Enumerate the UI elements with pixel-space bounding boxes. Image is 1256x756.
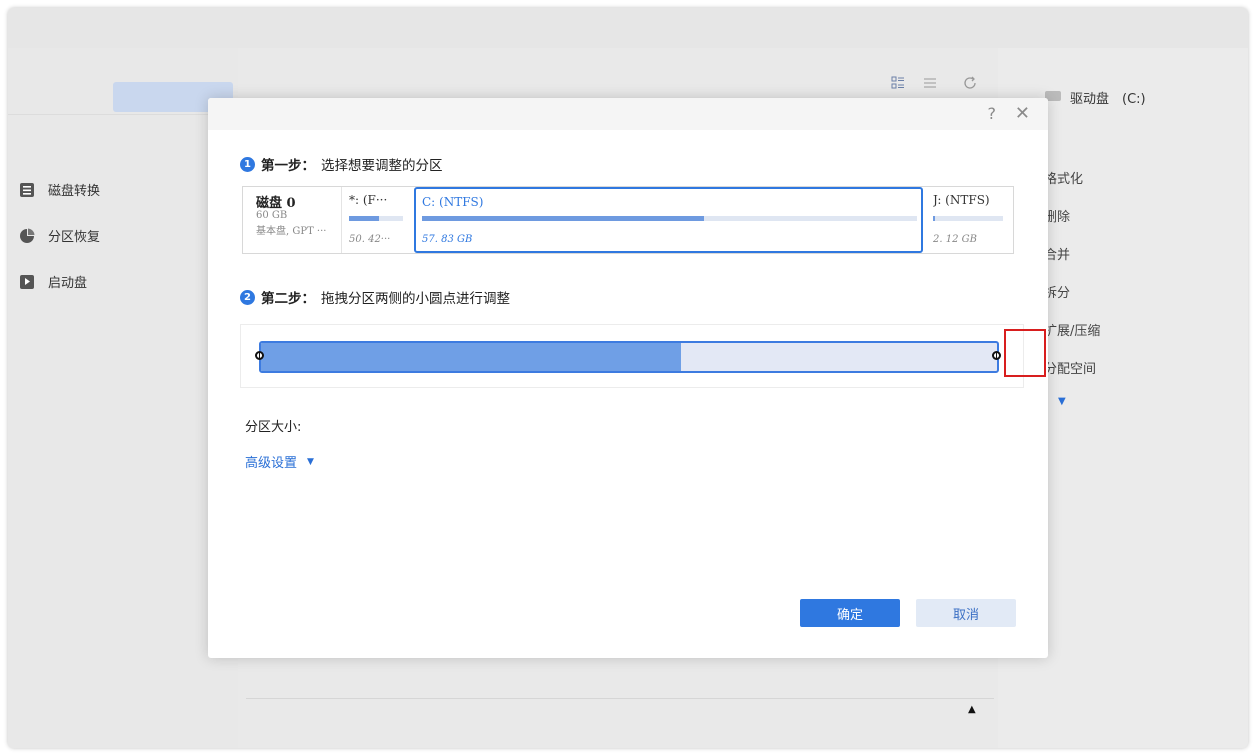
sidebar-item-boot-disk[interactable]: 启动盘 [18,272,87,291]
partition-size-label: 分区大小: [245,420,302,435]
partition-resize-track[interactable] [259,341,999,373]
partition-usage-bar [422,216,917,221]
partition-size: 50. 42··· [349,234,391,245]
partition-label: C: (NTFS) [422,195,484,209]
partition-usage-fill [933,216,936,221]
right-resize-handle[interactable] [992,351,1001,360]
sidebar-item-disk-convert[interactable]: 磁盘转换 [18,180,100,199]
disk-name: 磁盘 0 [256,196,296,211]
resize-partition-dialog: ? ✕ 1 第一步： 选择想要调整的分区 磁盘 0 60 GB 基本盘, GPT … [208,98,1048,658]
partition-f[interactable]: *: (F··· 50. 42··· [343,187,411,253]
partition-size: 2. 12 GB [933,234,977,245]
disk-info: 磁盘 0 60 GB 基本盘, GPT ··· [243,187,342,253]
ok-button[interactable]: 确定 [800,599,900,627]
collapse-up-icon[interactable]: ▲ [968,704,976,715]
drive-label: 驱动盘 (C:) [1070,92,1146,107]
step2-title: 第二步： [261,291,315,307]
close-icon[interactable]: ✕ [1015,103,1030,124]
partition-usage-bar [349,216,403,221]
partition-c[interactable]: C: (NTFS) 57. 83 GB [414,187,923,253]
action-format[interactable]: 格式化 [1044,168,1083,187]
partition-j[interactable]: J: (NTFS) 2. 12 GB [927,187,1011,253]
list-view-icon[interactable] [923,76,937,94]
step2-heading: 2 第二步： 拖拽分区两侧的小圆点进行调整 [240,287,510,307]
cancel-button[interactable]: 取消 [916,599,1016,627]
right-handle-highlight-box [1004,329,1046,377]
step1-text: 选择想要调整的分区 [321,158,443,174]
advanced-settings-toggle[interactable]: 高级设置 ▼ [245,452,314,471]
advanced-settings-label: 高级设置 [245,456,298,471]
more-actions-chevron-icon[interactable]: ▼ [1058,396,1066,407]
sidebar-divider [8,114,238,115]
sidebar-item-partition-recovery[interactable]: 分区恢复 [18,226,100,245]
step1-title: 第一步： [261,158,315,174]
sidebar-item-label: 磁盘转换 [48,184,101,199]
disk-convert-icon [18,181,36,199]
sidebar [8,48,238,748]
disk-size: 60 GB [256,210,288,221]
step2-text: 拖拽分区两侧的小圆点进行调整 [321,291,510,307]
disk-map: 磁盘 0 60 GB 基本盘, GPT ··· *: (F··· 50. 42·… [242,186,1014,254]
chevron-down-icon: ▼ [307,456,314,467]
disk-type: 基本盘, GPT ··· [256,226,327,237]
partition-usage-bar [933,216,1003,221]
sidebar-item-label: 分区恢复 [48,230,101,245]
partition-usage-fill [349,216,379,221]
title-bar [8,8,1248,48]
left-resize-handle[interactable] [255,351,264,360]
partition-label: J: (NTFS) [933,193,990,207]
action-resize[interactable]: 扩展/压缩 [1044,320,1100,339]
action-allocate-space[interactable]: 分配空间 [1044,358,1096,377]
step1-number-badge: 1 [240,156,255,172]
refresh-icon[interactable] [963,76,977,94]
partition-resize-area [240,324,1046,388]
partition-usage-fill [422,216,705,221]
bottom-divider [246,698,994,699]
step1-heading: 1 第一步： 选择想要调整的分区 [240,154,443,174]
step2-number-badge: 2 [240,289,255,305]
sidebar-item-label: 启动盘 [48,276,88,291]
partition-size: 57. 83 GB [422,234,473,245]
help-icon[interactable]: ? [988,104,997,123]
dialog-header: ? ✕ [208,98,1048,130]
partition-recovery-icon [18,227,36,245]
grid-view-icon[interactable] [891,76,905,94]
partition-used-fill [261,343,681,371]
partition-label: *: (F··· [349,193,388,207]
boot-disk-icon [18,273,36,291]
drive-header: 驱动盘 (C:) [1044,88,1146,107]
